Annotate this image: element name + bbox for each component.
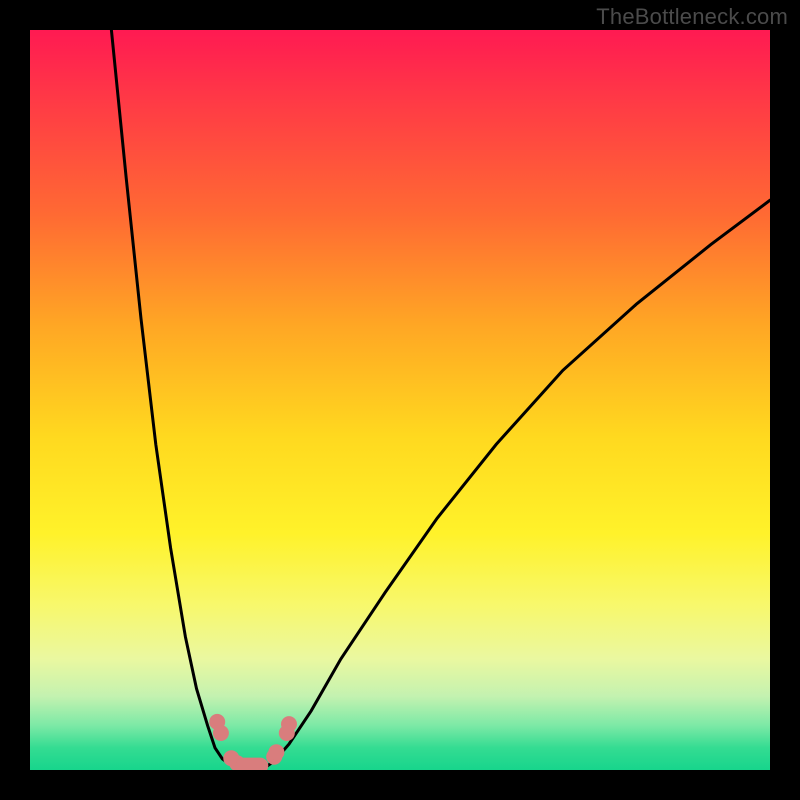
chart-frame: TheBottleneck.com xyxy=(0,0,800,800)
valley-pill-marker xyxy=(236,758,269,770)
right-curve xyxy=(267,200,770,766)
watermark-text: TheBottleneck.com xyxy=(596,4,788,30)
data-marker xyxy=(213,725,229,741)
left-curve xyxy=(111,30,237,766)
plot-area xyxy=(30,30,770,770)
data-marker xyxy=(281,716,297,732)
data-marker xyxy=(268,744,284,760)
curves-svg xyxy=(30,30,770,770)
